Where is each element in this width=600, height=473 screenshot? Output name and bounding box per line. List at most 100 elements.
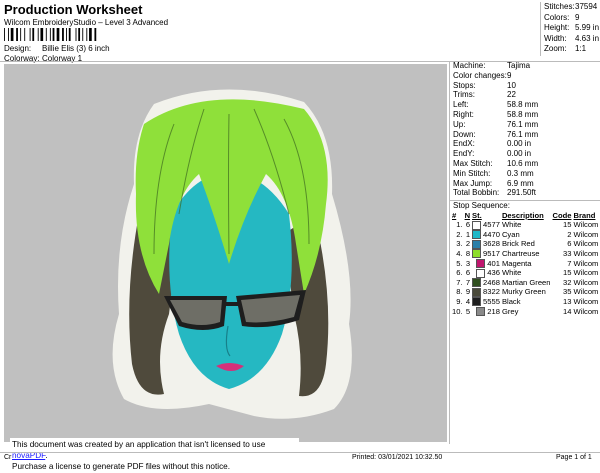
table-cell: Wilcom [573,306,599,316]
table-cell: Wilcom [573,277,599,287]
table-cell: White [501,268,522,278]
property-label: Color changes: [453,70,507,80]
stat-value: 37594 [575,2,598,11]
property-row: Left: 58.8 mm [450,100,600,110]
table-cell: 2468 [472,278,502,288]
stat-label: Stitches: [544,2,575,11]
color-swatch-icon [472,297,482,307]
app-name: Wilcom EmbroideryStudio – Level 3 Advanc… [4,18,169,27]
property-value: 291.50ft [507,188,536,198]
table-cell: Cyan [501,229,520,239]
color-swatch-icon [476,307,486,316]
property-label: Up: [453,119,466,129]
table-row: 10. 5 218 Grey 14 Wilcom [452,307,600,317]
table-cell: 6 [465,220,471,230]
color-swatch-icon [472,287,482,297]
property-row: EndY: 0.00 in [450,149,600,159]
design-preview [4,64,447,442]
property-label: Right: [453,109,474,119]
stats-box: Stitches: 37594 Colors: 9 Height: 5.99 in Widt… [540,2,600,56]
table-cell: 13 [563,296,572,306]
column-header: Brand [573,210,596,220]
table-row: 6. 6 436 White 15 Wilcom [452,268,600,278]
footer-left: Cr [4,454,12,461]
property-row: Stops: 10 [450,81,600,91]
color-swatch-icon [472,239,482,249]
table-cell: Magenta [501,258,532,268]
property-value: 9 [507,70,512,80]
table-cell: Wilcom [573,239,599,249]
table-cell: 1 [465,229,471,239]
machine-properties: Machine: Tajima Color changes: 9 Stops: 10 Tri… [450,61,600,198]
table-cell: White [501,220,522,230]
table-cell: 9517 [472,249,502,259]
property-value: 10 [507,80,516,90]
stat-label: Zoom: [544,44,567,53]
table-cell: 436 [472,268,502,278]
table-cell: 4577 [472,220,502,230]
property-row: Max Jump: 6.9 mm [450,179,600,189]
table-row: 9. 4 5555 Black 13 Wilcom [452,297,600,307]
property-value: Tajima [507,61,531,70]
property-label: Machine: [453,61,486,70]
property-value: 0.3 mm [507,168,534,178]
table-row: 2. 1 4470 Cyan 2 Wilcom [452,230,600,240]
printed-date: Printed: 03/01/2021 10:32.50 [352,454,443,461]
table-cell: 15 [563,220,572,230]
table-row: 1. 6 4577 White 15 Wilcom [452,220,600,230]
table-cell: 218 [472,307,502,317]
stat-value: 5.99 in [575,23,600,32]
table-cell: Wilcom [573,296,599,306]
table-cell: 3. [456,239,463,249]
property-row: Machine: Tajima [450,61,600,71]
property-value: 58.8 mm [507,109,539,119]
stat-row: Colors: 9 [541,13,600,24]
column-header: # [452,210,457,220]
barcode [4,28,97,41]
table-cell: 10. [452,306,463,316]
stat-label: Colors: [544,12,570,22]
property-row: Color changes: 9 [450,71,600,81]
table-cell: 6 [567,239,572,249]
column-header: St. [472,210,482,220]
table-cell: 8322 [472,287,502,297]
stat-row: Zoom: 1:1 [541,44,600,55]
property-row: Max Stitch: 10.6 mm [450,159,600,169]
property-row: Right: 58.8 mm [450,110,600,120]
property-value: 22 [507,90,516,100]
table-row: 8. 9 8322 Murky Green 35 Wilcom [452,287,600,297]
table-cell: Wilcom [573,229,599,239]
property-value: 10.6 mm [507,158,539,168]
property-value: 58.8 mm [507,100,539,110]
stop-sequence-table: # N St. Description Code Brand 1. 6 4577 White 15… [452,210,600,316]
design-value: Billie Elis (3) 6 inch [42,44,110,53]
table-cell: Murky Green [501,287,546,297]
table-cell: 32 [563,277,572,287]
table-cell: 4470 [472,230,502,240]
color-swatch-icon [476,259,486,269]
property-value: 0.00 in [507,149,532,159]
table-cell: Wilcom [573,258,599,268]
table-cell: 6 [465,268,471,278]
table-cell: 15 [563,268,572,278]
table-cell: 3628 [472,239,502,249]
table-cell: 9. [456,296,463,306]
design-info-panel: Machine: Tajima Color changes: 9 Stops: 10 Tri… [449,61,600,444]
property-label: Down: [453,129,476,139]
table-row: 5. 3 401 Magenta 7 Wilcom [452,259,600,269]
property-label: Total Bobbin: [453,188,500,198]
property-value: 76.1 mm [507,129,539,139]
table-cell: 8. [456,287,463,297]
table-cell: 2 [567,229,572,239]
stat-value: 4.63 in [575,33,600,43]
property-label: Max Jump: [453,178,493,188]
table-cell: Grey [501,306,519,316]
table-cell: 8 [465,248,471,258]
table-cell: Wilcom [573,248,599,258]
stat-value: 1:1 [575,44,587,53]
table-cell: Wilcom [573,287,599,297]
table-cell: Brick Red [501,239,535,249]
column-header: N [464,210,471,220]
stat-value: 9 [575,12,580,22]
table-cell: 7. [456,277,463,287]
